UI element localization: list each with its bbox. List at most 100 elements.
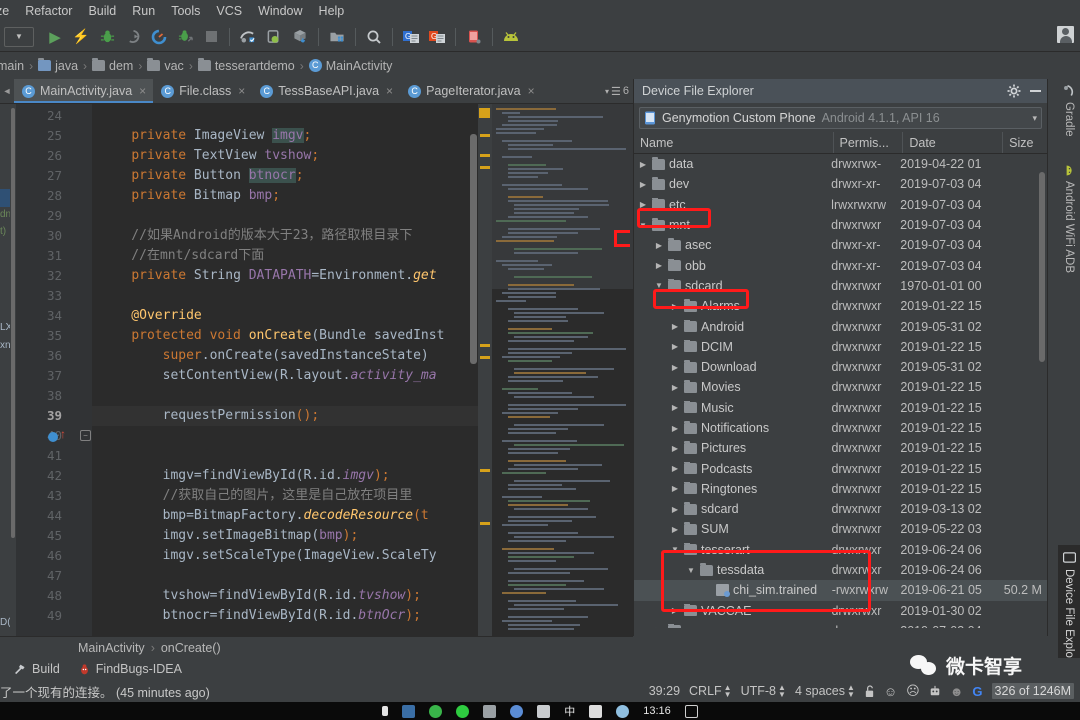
table-row[interactable]: ▼ sdcard drwxrwxr 1970-01-01 00	[634, 276, 1047, 296]
line-number[interactable]: 38	[16, 386, 92, 406]
code-line[interactable]: //获取自己的图片，这里是自己放在项目里	[92, 486, 492, 506]
warning-marker[interactable]	[480, 469, 490, 472]
expand-arrow-closed-icon[interactable]: ▶	[670, 383, 680, 392]
file-name-cell[interactable]: ▶ DCIM	[634, 339, 831, 354]
line-number[interactable]: 45	[16, 526, 92, 546]
code-line[interactable]: tvshow=findViewById(R.id.tvshow);	[92, 586, 492, 606]
tab-close-icon[interactable]: ×	[528, 84, 535, 98]
table-row[interactable]: ▶ Music drwxrwxr 2019-01-22 15	[634, 398, 1047, 418]
file-name-cell[interactable]: ▼ sdcard	[634, 278, 831, 293]
file-name-cell[interactable]: ▶ data	[634, 157, 831, 171]
line-number[interactable]: 47	[16, 566, 92, 586]
warning-marker[interactable]	[479, 108, 490, 118]
debug-button[interactable]	[94, 25, 120, 49]
expand-arrow-closed-icon[interactable]: ▶	[670, 302, 680, 311]
sdk-manager-button[interactable]	[287, 25, 313, 49]
table-row[interactable]: ▶ sdcard drwxrwxr 2019-03-13 02	[634, 499, 1047, 519]
cursor-icon[interactable]	[382, 706, 389, 716]
network-icon[interactable]	[616, 704, 630, 718]
breadcrumb-item-tesserartdemo[interactable]: tesserartdemo	[195, 58, 298, 73]
genymotion-shell-button[interactable]: G	[424, 25, 450, 49]
sound-icon[interactable]	[537, 704, 551, 718]
code-line[interactable]: setContentView(R.layout.activity_ma	[92, 366, 492, 386]
file-name-cell[interactable]: ▶ VACCAE	[634, 603, 831, 618]
expand-arrow-open-icon[interactable]: ▼	[654, 281, 664, 290]
code-line[interactable]: //在mnt/sdcard下面	[92, 246, 492, 266]
expand-arrow-closed-icon[interactable]: ▶	[670, 322, 680, 331]
line-number[interactable]: 36	[16, 346, 92, 366]
tab-close-icon[interactable]: ×	[238, 84, 245, 98]
expand-arrow-open-icon[interactable]: ▼	[686, 566, 696, 575]
gear-icon[interactable]	[1007, 84, 1021, 98]
android-button[interactable]	[498, 25, 524, 49]
table-row[interactable]: ▶ VACCAE drwxrwxr 2019-01-30 02	[634, 601, 1047, 621]
file-name-cell[interactable]: ▶ Android	[634, 319, 831, 334]
tab-pageiterator-java[interactable]: C PageIterator.java ×	[400, 79, 542, 103]
column-header-permissions[interactable]: Permis...	[834, 132, 904, 153]
line-number[interactable]: 24	[16, 106, 92, 126]
line-number[interactable]: 26	[16, 146, 92, 166]
file-tree[interactable]: ▶ data drwxrwx- 2019-04-22 01 ▶ dev drwxr-xr- 2…	[634, 154, 1047, 628]
code-line[interactable]: private ImageView imgv;	[92, 126, 492, 146]
table-row[interactable]: ▶ secure drwx-----2019-07-03 04	[634, 621, 1047, 628]
code-line[interactable]: imgv=findViewById(R.id.imgv);	[92, 466, 492, 486]
menu-item-analyze[interactable]: ze	[0, 2, 17, 20]
apply-changes-button[interactable]: ⚡	[68, 25, 94, 49]
expand-arrow-closed-icon[interactable]: ▶	[670, 525, 680, 534]
memory-indicator[interactable]: 326 of 1246M	[991, 683, 1074, 699]
app-icon[interactable]	[483, 704, 497, 718]
code-line[interactable]: protected void onCreate(Bundle savedInst	[92, 326, 492, 346]
file-name-cell[interactable]: ▶ Podcasts	[634, 461, 831, 476]
file-name-cell[interactable]: ▼ tessdata	[634, 563, 832, 577]
line-number[interactable]: 48	[16, 586, 92, 606]
file-name-cell[interactable]: ▶ etc	[634, 197, 831, 212]
warning-marker[interactable]	[480, 134, 490, 137]
code-line[interactable]	[92, 426, 492, 446]
attach-debugger-button[interactable]	[172, 25, 198, 49]
file-name-cell[interactable]: ▶ Download	[634, 360, 831, 374]
table-row[interactable]: ▶ Notifications drwxrwxr 2019-01-22 15	[634, 418, 1047, 438]
warning-marker[interactable]	[480, 166, 490, 169]
smiley-sad-icon[interactable]: ☹	[906, 683, 920, 699]
menu-item-window[interactable]: Window	[250, 2, 310, 20]
table-row[interactable]: ▶ Pictures drwxrwxr 2019-01-22 15	[634, 438, 1047, 458]
file-name-cell[interactable]: ▶ dev	[634, 177, 831, 191]
table-row[interactable]: ▶ dev drwxr-xr- 2019-07-03 04	[634, 174, 1047, 194]
person-icon[interactable]: ☻	[950, 684, 964, 699]
expand-arrow-closed-icon[interactable]: ▶	[670, 444, 680, 453]
nav-item-method[interactable]: onCreate()	[161, 641, 221, 655]
file-name-cell[interactable]: ▶chi_sim.trained	[634, 583, 832, 598]
table-row[interactable]: ▶ data drwxrwx- 2019-04-22 01	[634, 154, 1047, 174]
table-row[interactable]: ▶ etc lrwxrwxrw 2019-07-03 04	[634, 195, 1047, 215]
column-header-size[interactable]: Size	[1003, 132, 1047, 153]
module-dropdown[interactable]: ▼	[4, 26, 34, 47]
stop-button[interactable]	[198, 25, 224, 49]
breadcrumb-item-java[interactable]: java	[35, 58, 81, 73]
tab-mainactivity-java[interactable]: C MainActivity.java ×	[14, 79, 154, 103]
table-row[interactable]: ▶ Android drwxrwxr 2019-05-31 02	[634, 316, 1047, 336]
unlocked-icon[interactable]	[864, 684, 875, 698]
line-number[interactable]: 25	[16, 126, 92, 146]
line-number[interactable]: 41	[16, 446, 92, 466]
code-line[interactable]: private TextView tvshow;	[92, 146, 492, 166]
screen-icon[interactable]	[589, 704, 603, 718]
menu-item-run[interactable]: Run	[124, 2, 163, 20]
expand-arrow-closed-icon[interactable]: ▶	[670, 505, 680, 514]
file-name-cell[interactable]: ▶ Notifications	[634, 421, 831, 435]
line-number[interactable]: 43	[16, 486, 92, 506]
menu-item-tools[interactable]: Tools	[163, 2, 208, 20]
line-separator-selector[interactable]: CRLF ▲ ▼	[689, 684, 732, 699]
line-number[interactable]: 34	[16, 306, 92, 326]
expand-arrow-closed-icon[interactable]: ▶	[670, 403, 680, 412]
line-number[interactable]: 46	[16, 546, 92, 566]
file-name-cell[interactable]: ▶ asec	[634, 238, 831, 252]
table-row[interactable]: ▶ Movies drwxrwxr 2019-01-22 15	[634, 377, 1047, 397]
table-row[interactable]: ▶ obb drwxr-xr- 2019-07-03 04	[634, 255, 1047, 275]
expand-arrow-closed-icon[interactable]: ▶	[654, 241, 664, 250]
line-number[interactable]: 35	[16, 326, 92, 346]
table-row[interactable]: ▶ Alarms drwxrwxr 2019-01-22 15	[634, 296, 1047, 316]
menu-item-refactor[interactable]: Refactor	[17, 2, 80, 20]
table-row[interactable]: ▶ SUM drwxrwxr 2019-05-22 03	[634, 519, 1047, 539]
override-marker-icon[interactable]	[48, 432, 58, 442]
code-minimap[interactable]	[492, 104, 633, 636]
